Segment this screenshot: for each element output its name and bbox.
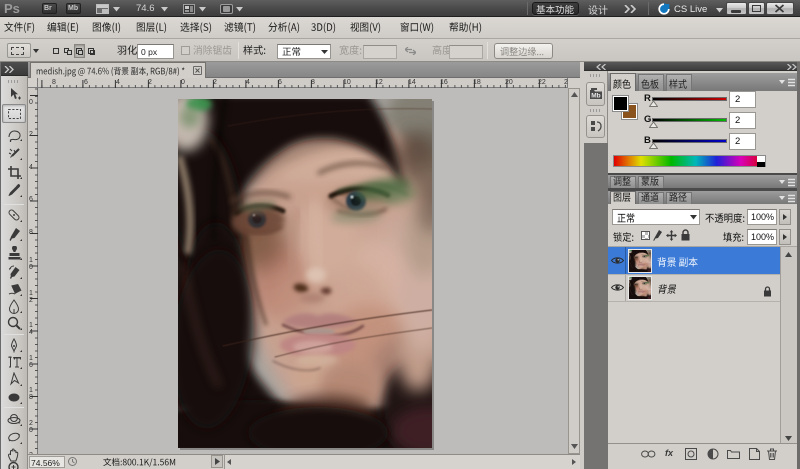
svg-text:Mb: Mb: [591, 93, 600, 100]
